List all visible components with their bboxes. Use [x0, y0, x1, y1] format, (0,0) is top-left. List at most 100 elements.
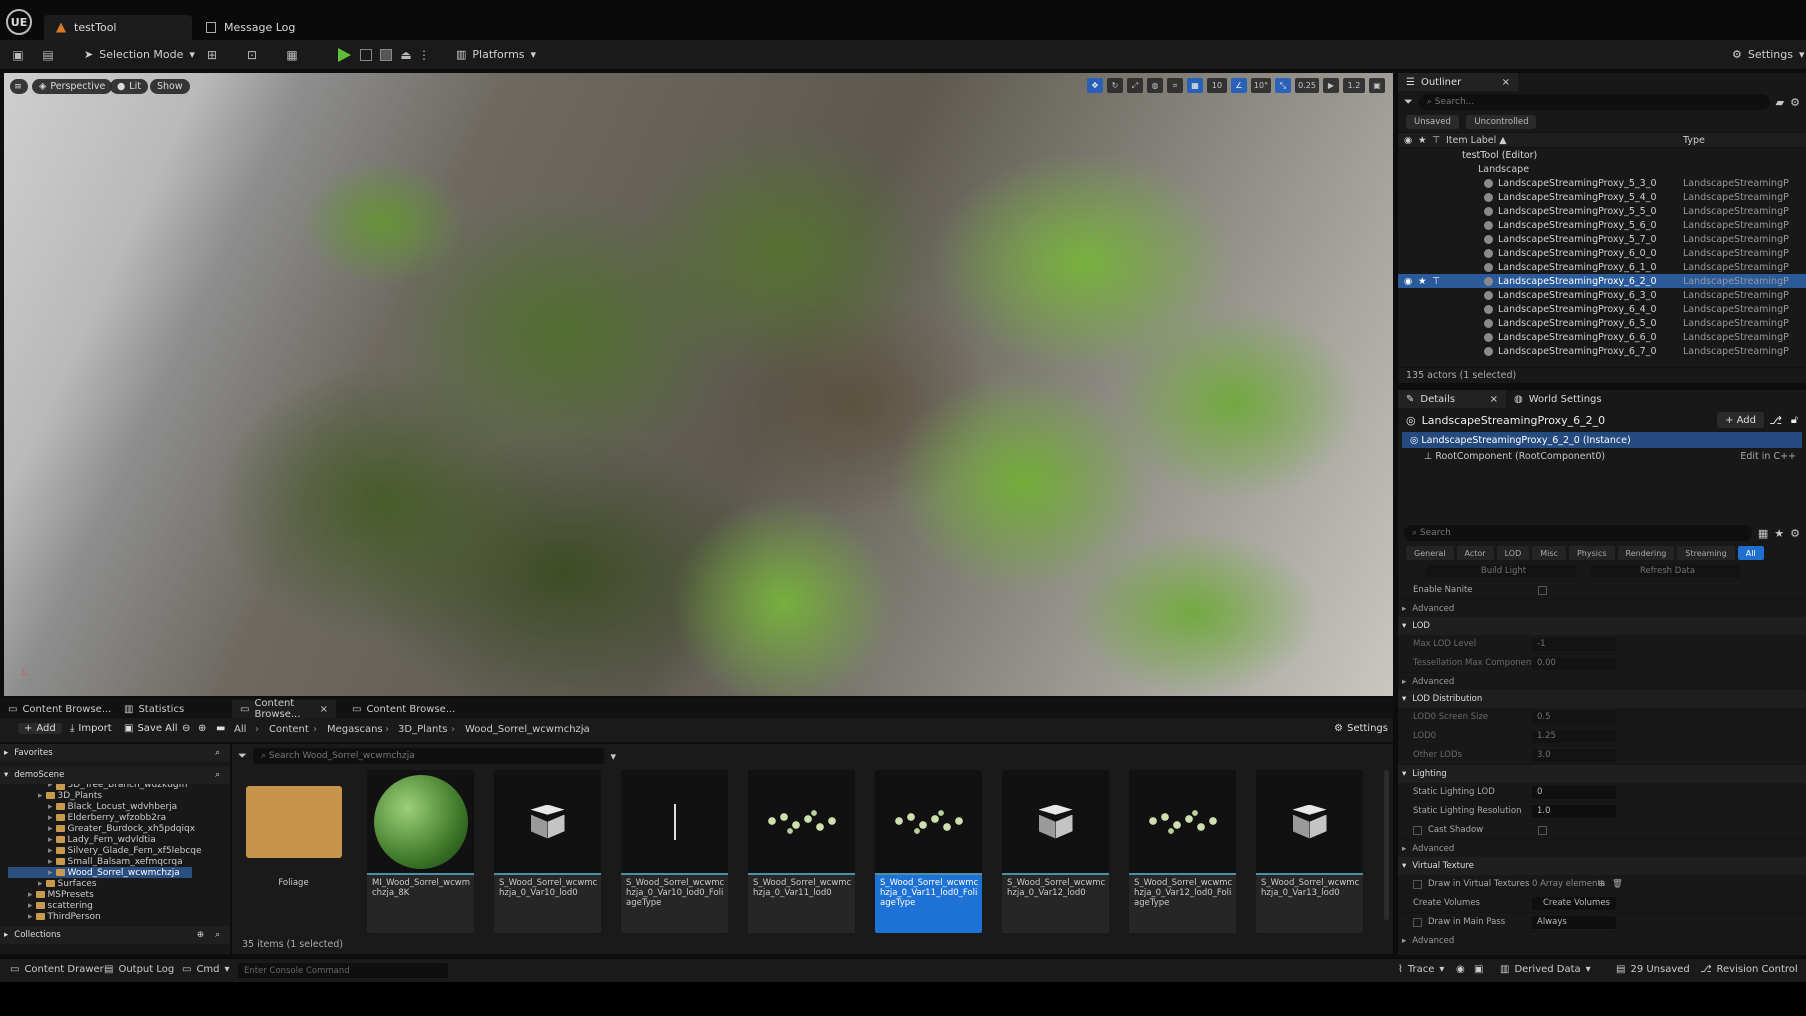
create-volumes-button[interactable]: Create Volumes [1532, 896, 1616, 910]
category-tab-actor[interactable]: Actor [1456, 546, 1494, 560]
blueprint-icon[interactable]: ⊡ [244, 47, 260, 63]
draw-main-pass-dropdown[interactable]: Always [1532, 915, 1616, 929]
category-tab-streaming[interactable]: Streaming [1677, 546, 1735, 560]
outliner-root[interactable]: testTool (Editor) [1398, 148, 1806, 162]
asset-tile[interactable]: S_Wood_Sorrel_wcwmchzja_0_Var10_lod0 [494, 770, 601, 933]
outliner-row[interactable]: LandscapeStreamingProxy_5_5_0 LandscapeSt… [1398, 204, 1806, 218]
tab-content-browser-3[interactable]: ▭ Content Browse... [344, 700, 463, 718]
tab-statistics[interactable]: ▥ Statistics [116, 700, 192, 718]
tree-folder[interactable]: ▸ 3D_Plants [8, 790, 192, 801]
show-button[interactable]: Show [150, 79, 190, 94]
asset-tile[interactable]: MI_Wood_Sorrel_wcwmchzja_8K [367, 770, 474, 933]
unsaved-button[interactable]: ▤ 29 Unsaved [1616, 964, 1690, 975]
advanced-expander[interactable]: ▸ Advanced [1398, 673, 1806, 690]
tab-content-browser-2[interactable]: ▭ Content Browse... × [232, 698, 336, 720]
tree-folder[interactable]: ▸ Lady_Fern_wdvldtia [8, 834, 192, 845]
pin-icon[interactable]: ⊤ [1432, 135, 1440, 146]
tree-folder[interactable]: ▸ MSPresets [8, 889, 192, 900]
tree-folder[interactable]: ▸ Silvery_Glade_Fern_xf5lebcqe [8, 845, 202, 856]
revision-control-button[interactable]: ⎇ Revision Control [1700, 964, 1798, 975]
breadcrumb-content[interactable]: Content [269, 724, 309, 735]
camera-speed-value[interactable]: 1.2 [1343, 78, 1365, 93]
eject-icon[interactable]: ⏏ [398, 47, 414, 63]
blueprint-icon[interactable]: ⎇ [1769, 414, 1782, 427]
content-icon[interactable]: ▤ [40, 47, 56, 63]
category-tab-general[interactable]: General [1406, 546, 1454, 560]
lod0-screen-field[interactable]: 0.5 [1532, 710, 1616, 724]
category-tab-rendering[interactable]: Rendering [1617, 546, 1675, 560]
search-icon[interactable]: ⌕ [215, 748, 220, 758]
outliner-row[interactable]: ◉ ★ ⊤ LandscapeStreamingProxy_6_2_0 Landscap… [1398, 274, 1806, 288]
other-lods-field[interactable]: 3.0 [1532, 748, 1616, 762]
details-search-input[interactable]: ⌕ Search [1404, 525, 1752, 541]
tree-folder[interactable]: ▸ Wood_Sorrel_wcwmchzja [8, 867, 192, 878]
rotation-snap-value[interactable]: 10° [1251, 78, 1271, 93]
lit-button[interactable]: ● Lit [110, 79, 148, 94]
play-icon[interactable] [338, 48, 351, 62]
tree-folder[interactable]: ▸ Small_Balsam_xefmqcrqa [8, 856, 192, 867]
content-drawer-button[interactable]: ▭ Content Drawer [10, 964, 104, 975]
hamburger-icon[interactable]: ≡ [10, 79, 28, 94]
lod-threshold-field[interactable]: 0.00 [1532, 656, 1616, 670]
breadcrumb-all[interactable]: All [234, 724, 246, 735]
static-lighting-lod-field[interactable]: 0 [1532, 785, 1616, 799]
outliner-row[interactable]: LandscapeStreamingProxy_5_7_0 LandscapeSt… [1398, 232, 1806, 246]
cinematics-icon[interactable]: ▦ [284, 47, 300, 63]
component-instance-row[interactable]: ◎ LandscapeStreamingProxy_6_2_0 (Instanc… [1402, 432, 1802, 448]
tab-world-settings[interactable]: ◍ World Settings [1506, 390, 1610, 408]
star-icon[interactable]: ★ [1774, 527, 1784, 540]
cmd-dropdown[interactable]: ▭ Cmd ▾ [182, 964, 230, 975]
tab-outliner[interactable]: ☰ Outliner × [1398, 73, 1518, 91]
draw-vt-checkbox[interactable] [1413, 879, 1422, 889]
output-log-button[interactable]: ▤ Output Log [104, 964, 174, 975]
more-options-icon[interactable]: ⋮ [416, 47, 432, 63]
console-input[interactable]: Enter Console Command [238, 963, 448, 978]
category-tab-lod[interactable]: LOD [1496, 546, 1530, 560]
trash-icon[interactable]: 🗑︎ [1612, 879, 1623, 889]
gear-icon[interactable]: ⚙ [1790, 527, 1800, 540]
live-coding-icon[interactable]: ◉ [1456, 964, 1465, 975]
section-lod-distribution[interactable]: ▾ LOD Distribution [1398, 690, 1806, 708]
scale-snap-icon[interactable]: ⤡ [1275, 78, 1291, 93]
project-header[interactable]: ▾ demoScene ⌕ [0, 766, 230, 784]
cast-shadow-value-checkbox[interactable] [1538, 825, 1547, 835]
tree-folder[interactable]: ▸ Surfaces [8, 878, 192, 889]
rotate-icon[interactable]: ↻ [1107, 78, 1123, 93]
breadcrumb-3d-plants[interactable]: 3D_Plants [398, 724, 447, 735]
asset-search-input[interactable]: ⌕ Search Wood_Sorrel_wcwmchzja [252, 748, 605, 764]
tree-folder[interactable]: ▸ Black_Locust_wdvhberja [8, 801, 192, 812]
lock-icon[interactable]: 🔓︎ [1791, 413, 1798, 427]
gear-icon[interactable]: ⚙ [1790, 96, 1800, 109]
outliner-row[interactable]: LandscapeStreamingProxy_6_4_0 LandscapeSt… [1398, 302, 1806, 316]
asset-tile[interactable]: S_Wood_Sorrel_wcwmchzja_0_Var10_lod0_Fol… [621, 770, 728, 933]
back-icon[interactable]: ⊖ [182, 723, 190, 734]
advanced-expander[interactable]: ▸ Advanced [1398, 600, 1806, 617]
outliner-row[interactable]: LandscapeStreamingProxy_6_1_0 LandscapeSt… [1398, 260, 1806, 274]
advanced-expander[interactable]: ▸ Advanced [1398, 840, 1806, 857]
col-type[interactable]: Type [1683, 135, 1705, 146]
grid-snap-icon[interactable]: ▦ [1187, 78, 1203, 93]
step-icon[interactable] [360, 49, 372, 61]
camera-speed-icon[interactable]: ▶ [1323, 78, 1339, 93]
rotation-snap-icon[interactable]: ∠ [1231, 78, 1247, 93]
tab-message-log[interactable]: Message Log [194, 15, 307, 40]
tree-folder[interactable]: ▸ Elderberry_wfzobb2ra [8, 812, 192, 823]
chip-unsaved[interactable]: Unsaved [1406, 115, 1459, 129]
max-lod-field[interactable]: -1 [1532, 637, 1616, 651]
derived-data-button[interactable]: ▥ Derived Data ▾ [1500, 964, 1591, 975]
collections-header[interactable]: ▸ Collections ⊕ ⌕ [0, 926, 230, 944]
chevron-down-icon[interactable]: ▾ [610, 750, 616, 763]
stop-icon[interactable] [380, 49, 392, 61]
root-component-row[interactable]: ⊥ RootComponent (RootComponent0) Edit in… [1398, 448, 1806, 464]
asset-tile[interactable]: S_Wood_Sorrel_wcwmchzja_0_Var13_lod0 [1256, 770, 1363, 933]
section-virtual-texture[interactable]: ▾ Virtual Texture [1398, 857, 1806, 875]
outliner-row[interactable]: LandscapeStreamingProxy_5_3_0 LandscapeSt… [1398, 176, 1806, 190]
add-element-icon[interactable]: ⊕ [1598, 879, 1605, 889]
col-item-label[interactable]: Item Label ▲ [1446, 135, 1507, 146]
enable-nanite-checkbox[interactable] [1538, 585, 1547, 595]
section-lod[interactable]: ▾ LOD [1398, 617, 1806, 635]
trace-button[interactable]: ⌇ Trace ▾ [1398, 964, 1444, 975]
save-all-button[interactable]: ▣ Save All [124, 723, 178, 734]
filter-icon[interactable]: ⏷ [1404, 95, 1413, 109]
close-icon[interactable]: × [1502, 77, 1510, 88]
